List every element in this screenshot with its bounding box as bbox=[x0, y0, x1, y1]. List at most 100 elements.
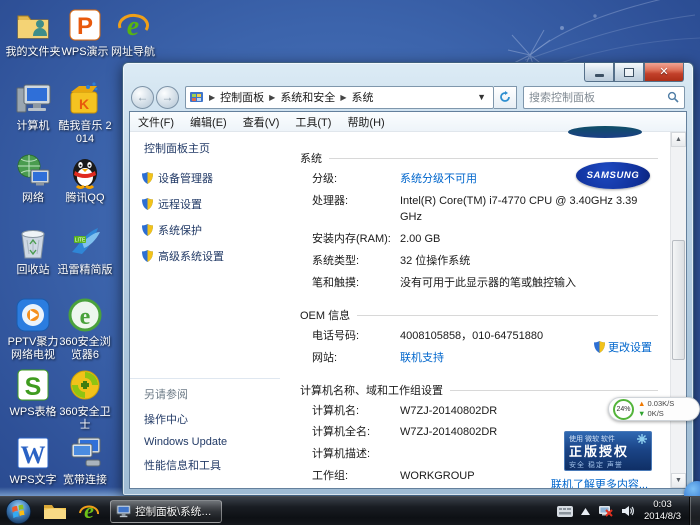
desktop-icon-label: 360安全浏览器6 bbox=[56, 336, 114, 361]
change-settings-link[interactable]: 更改设置 bbox=[608, 339, 652, 355]
sidebar-system-protection[interactable]: 系统保护 bbox=[142, 222, 286, 238]
breadcrumb: ▶ 控制面板 ▶ 系统和安全 ▶ 系统 bbox=[204, 89, 373, 105]
field-label: 网站: bbox=[312, 351, 400, 367]
desktop-icon-wps-writer[interactable]: W WPS文字 bbox=[4, 434, 62, 487]
sidebar-item-label: 设备管理器 bbox=[158, 170, 213, 186]
svg-text:e: e bbox=[84, 500, 94, 522]
taskbar-clock[interactable]: 0:03 2014/8/3 bbox=[644, 499, 681, 523]
wps-presentation-icon: P bbox=[66, 6, 104, 44]
recycle-bin-icon bbox=[14, 224, 52, 262]
breadcrumb-system[interactable]: 系统 bbox=[351, 89, 373, 105]
field-label: 计算机全名: bbox=[312, 425, 400, 441]
address-dropdown-icon[interactable]: ▼ bbox=[474, 92, 489, 102]
sidebar-device-manager[interactable]: 设备管理器 bbox=[142, 170, 286, 186]
system-window-icon bbox=[116, 504, 131, 518]
field-label: 分级: bbox=[312, 172, 400, 188]
address-bar[interactable]: ▶ 控制面板 ▶ 系统和安全 ▶ 系统 ▼ bbox=[185, 86, 494, 109]
breadcrumb-system-security[interactable]: 系统和安全 bbox=[280, 89, 335, 105]
system-window: ✕ ← → ▶ 控制面板 ▶ 系统和安全 ▶ 系统 ▼ 搜索控制面板 文件(F) bbox=[122, 62, 694, 496]
computer-name-value: W7ZJ-20140802DR bbox=[400, 404, 497, 420]
badge-main-text: 正版授权 bbox=[569, 444, 647, 460]
close-button[interactable]: ✕ bbox=[644, 63, 684, 82]
forward-button[interactable]: → bbox=[156, 86, 179, 109]
change-settings[interactable]: 更改设置 bbox=[594, 339, 652, 355]
uac-shield-icon bbox=[142, 250, 153, 262]
scrolled-logo-sliver bbox=[568, 126, 642, 138]
breadcrumb-control-panel[interactable]: 控制面板 bbox=[220, 89, 264, 105]
desktop-icon-label: 计算机 bbox=[4, 120, 62, 133]
desktop-icon-kuwo-music[interactable]: K 酷我音乐 2014 bbox=[56, 80, 114, 145]
desktop-icon-recycle-bin[interactable]: 回收站 bbox=[4, 224, 62, 277]
back-button[interactable]: ← bbox=[131, 86, 154, 109]
network-icon bbox=[14, 152, 52, 190]
sidebar-control-panel-home[interactable]: 控制面板主页 bbox=[144, 140, 286, 156]
search-box[interactable]: 搜索控制面板 bbox=[523, 86, 685, 109]
rating-unavailable-link[interactable]: 系统分级不可用 bbox=[400, 172, 477, 188]
scroll-up-arrow[interactable]: ▲ bbox=[671, 132, 686, 147]
breadcrumb-arrow-icon: ▶ bbox=[209, 93, 215, 102]
menu-file[interactable]: 文件(F) bbox=[138, 114, 174, 130]
menu-tools[interactable]: 工具(T) bbox=[295, 114, 331, 130]
desktop-icon-my-folder[interactable]: 我的文件夹 bbox=[4, 6, 62, 59]
learn-more-online-link[interactable]: 联机了解更多内容... bbox=[551, 476, 648, 489]
desktop-icon-wps-spreadsheet[interactable]: S WPS表格 bbox=[4, 366, 62, 419]
desktop-icon-label: 360安全卫士 bbox=[56, 406, 114, 431]
refresh-button[interactable] bbox=[494, 86, 517, 109]
clock-time: 0:03 bbox=[644, 499, 681, 511]
vertical-scrollbar[interactable]: ▲ ▼ bbox=[670, 132, 686, 488]
desktop-icon-pptv[interactable]: PPTV聚力 网络电视 bbox=[4, 296, 62, 361]
desktop-icon-label: 腾讯QQ bbox=[56, 192, 114, 205]
menu-help[interactable]: 帮助(H) bbox=[347, 114, 384, 130]
volume-icon[interactable] bbox=[621, 505, 634, 517]
desktop-icon-360-browser[interactable]: e 360安全浏览器6 bbox=[56, 296, 114, 361]
sidebar-performance-tools[interactable]: 性能信息和工具 bbox=[144, 457, 280, 473]
scrollbar-thumb[interactable] bbox=[672, 240, 685, 360]
taskbar-active-task[interactable]: 控制面板\系统和... bbox=[110, 500, 222, 523]
input-method-icon[interactable] bbox=[557, 506, 573, 517]
kuwo-music-icon: K bbox=[66, 80, 104, 118]
desktop-icon-thunder-lite[interactable]: LITE 迅雷精简版 bbox=[56, 224, 114, 277]
desktop-icon-label: WPS文字 bbox=[4, 474, 62, 487]
svg-text:K: K bbox=[79, 96, 89, 112]
sidebar-windows-update[interactable]: Windows Update bbox=[144, 436, 280, 448]
wps-writer-icon: W bbox=[14, 434, 52, 472]
system-type-value: 32 位操作系统 bbox=[400, 254, 470, 270]
pen-touch-value: 没有可用于此显示器的笔或触控输入 bbox=[400, 276, 576, 292]
minimize-button[interactable] bbox=[584, 63, 614, 82]
show-desktop-button[interactable] bbox=[689, 497, 700, 525]
start-button[interactable] bbox=[5, 498, 32, 525]
show-hidden-icons-button[interactable] bbox=[581, 508, 590, 515]
desktop-icon-url-navigation[interactable]: e 网址导航 bbox=[104, 6, 162, 59]
desktop-icon-computer[interactable]: 计算机 bbox=[4, 80, 62, 133]
net-speed-widget[interactable]: 24% ▲ 0.03K/S ▼ 0K/S bbox=[608, 397, 700, 421]
genuine-software-badge[interactable]: 使用 微软 软件 正版授权 安全 稳定 声誉 bbox=[564, 431, 652, 471]
sidebar-advanced-system-settings[interactable]: 高级系统设置 bbox=[142, 248, 286, 264]
taskbar-explorer-button[interactable] bbox=[42, 499, 68, 523]
network-status-icon[interactable] bbox=[598, 505, 613, 518]
uac-shield-icon bbox=[142, 224, 153, 236]
clock-date: 2014/8/3 bbox=[644, 511, 681, 523]
desktop-icon-360-safeguard[interactable]: 360安全卫士 bbox=[56, 366, 114, 431]
section-title: 系统 bbox=[300, 150, 322, 166]
genuine-star-icon bbox=[637, 434, 647, 444]
section-title: 计算机名称、域和工作组设置 bbox=[300, 382, 443, 398]
desktop-icon-label: 酷我音乐 2014 bbox=[56, 120, 114, 145]
sidebar-item-label: 远程设置 bbox=[158, 196, 202, 212]
online-support-link[interactable]: 联机支持 bbox=[400, 351, 444, 367]
desktop-icon-broadband-connection[interactable]: 宽带连接 bbox=[56, 434, 114, 487]
restore-button[interactable] bbox=[614, 63, 644, 82]
desktop-icon-tencent-qq[interactable]: 腾讯QQ bbox=[56, 152, 114, 205]
svg-text:S: S bbox=[25, 373, 42, 401]
menu-edit[interactable]: 编辑(E) bbox=[190, 114, 227, 130]
thunder-bird-icon: LITE bbox=[66, 224, 104, 262]
menu-view[interactable]: 查看(V) bbox=[243, 114, 280, 130]
sidebar-action-center[interactable]: 操作中心 bbox=[144, 411, 280, 427]
phone-value: 4008105858，010-64751880 bbox=[400, 329, 543, 345]
taskbar-browser-button[interactable]: e bbox=[76, 499, 102, 523]
upload-arrow-icon: ▲ bbox=[638, 399, 645, 408]
sidebar-item-label: 高级系统设置 bbox=[158, 248, 224, 264]
scroll-down-arrow[interactable]: ▼ bbox=[671, 473, 686, 488]
desktop-icon-network[interactable]: 网络 bbox=[4, 152, 62, 205]
desktop-icon-label: 网络 bbox=[4, 192, 62, 205]
sidebar-remote-settings[interactable]: 远程设置 bbox=[142, 196, 286, 212]
